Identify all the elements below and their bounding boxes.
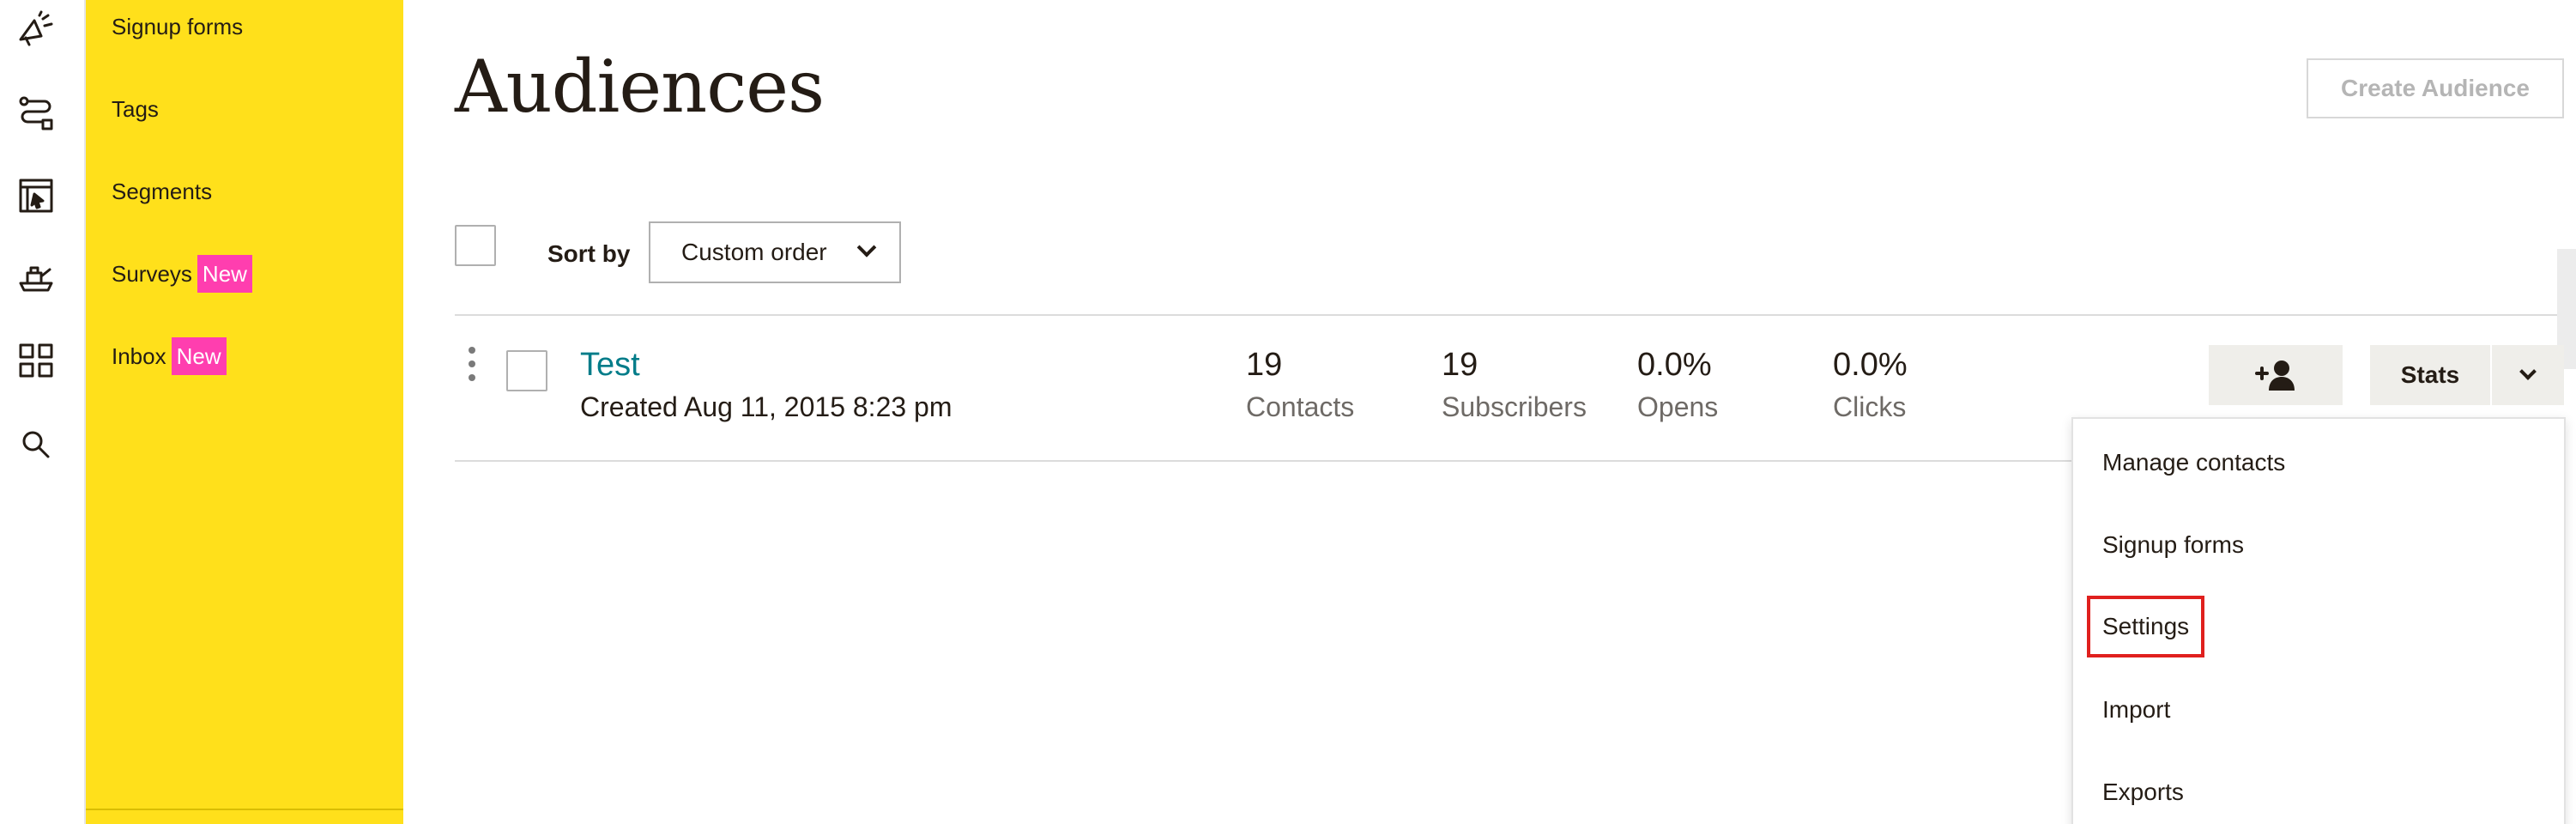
subnav-footer-divider: [86, 809, 403, 824]
grid-icon[interactable]: [12, 336, 60, 385]
sort-label: Sort by: [547, 240, 631, 267]
icon-rail: [0, 0, 86, 824]
select-all-checkbox[interactable]: [455, 225, 496, 266]
subnav-item-label: Surveys: [112, 260, 192, 287]
subnav-item-label: Inbox: [112, 342, 166, 369]
new-badge: New: [171, 337, 227, 375]
megaphone-icon[interactable]: [12, 7, 60, 55]
contacts-label: Contacts: [1246, 391, 1355, 422]
add-contact-button[interactable]: [2209, 345, 2343, 405]
stats-dropdown-toggle[interactable]: [2492, 345, 2564, 405]
subnav-item-inbox[interactable]: Inbox New: [112, 335, 227, 378]
drag-handle-icon[interactable]: [469, 347, 475, 390]
subnav-item-tags[interactable]: Tags: [112, 88, 159, 130]
subnav-item-surveys[interactable]: Surveys New: [112, 252, 252, 295]
create-audience-button[interactable]: Create Audience: [2307, 58, 2564, 118]
clicks-rate: 0.0%: [1833, 347, 1908, 383]
menu-item-exports[interactable]: Exports: [2102, 771, 2184, 814]
chevron-down-icon: [2519, 363, 2537, 380]
subnav-item-signup-forms[interactable]: Signup forms: [112, 5, 243, 48]
integrations-icon[interactable]: [12, 254, 60, 302]
clicks-label: Clicks: [1833, 391, 1907, 422]
sort-select-value: Custom order: [681, 239, 827, 265]
contacts-count: 19: [1246, 347, 1283, 383]
audience-created-date: Created Aug 11, 2015 8:23 pm: [580, 391, 952, 422]
menu-item-import[interactable]: Import: [2102, 688, 2170, 731]
audience-actions-menu: Manage contacts Signup forms Settings Im…: [2071, 417, 2566, 824]
page-title: Audiences: [455, 45, 825, 129]
audience-name-link[interactable]: Test: [580, 347, 640, 384]
subnav-item-label: Tags: [112, 95, 159, 122]
subscribers-count: 19: [1442, 347, 1478, 383]
add-person-icon: [2255, 360, 2295, 391]
sort-select[interactable]: Custom order: [649, 221, 901, 283]
chevron-down-icon: [856, 238, 877, 258]
new-badge: New: [197, 255, 252, 293]
subnav-item-label: Segments: [112, 178, 213, 204]
menu-item-settings[interactable]: Settings: [2086, 596, 2205, 657]
row-bottom-divider: [455, 460, 2071, 462]
subnav-item-label: Signup forms: [112, 13, 244, 39]
opens-rate: 0.0%: [1637, 347, 1712, 383]
website-icon[interactable]: [12, 172, 60, 220]
audience-subnav: Signup forms Tags Segments Surveys New I…: [86, 0, 403, 824]
subnav-item-segments[interactable]: Segments: [112, 170, 212, 213]
stats-button[interactable]: Stats: [2370, 345, 2490, 405]
automations-icon[interactable]: [12, 89, 60, 137]
row-checkbox[interactable]: [506, 350, 547, 391]
subscribers-label: Subscribers: [1442, 391, 1587, 422]
search-icon[interactable]: [12, 421, 60, 469]
opens-label: Opens: [1637, 391, 1719, 422]
menu-item-manage-contacts[interactable]: Manage contacts: [2102, 441, 2285, 484]
menu-item-signup-forms[interactable]: Signup forms: [2102, 524, 2244, 566]
list-top-divider: [455, 314, 2576, 316]
